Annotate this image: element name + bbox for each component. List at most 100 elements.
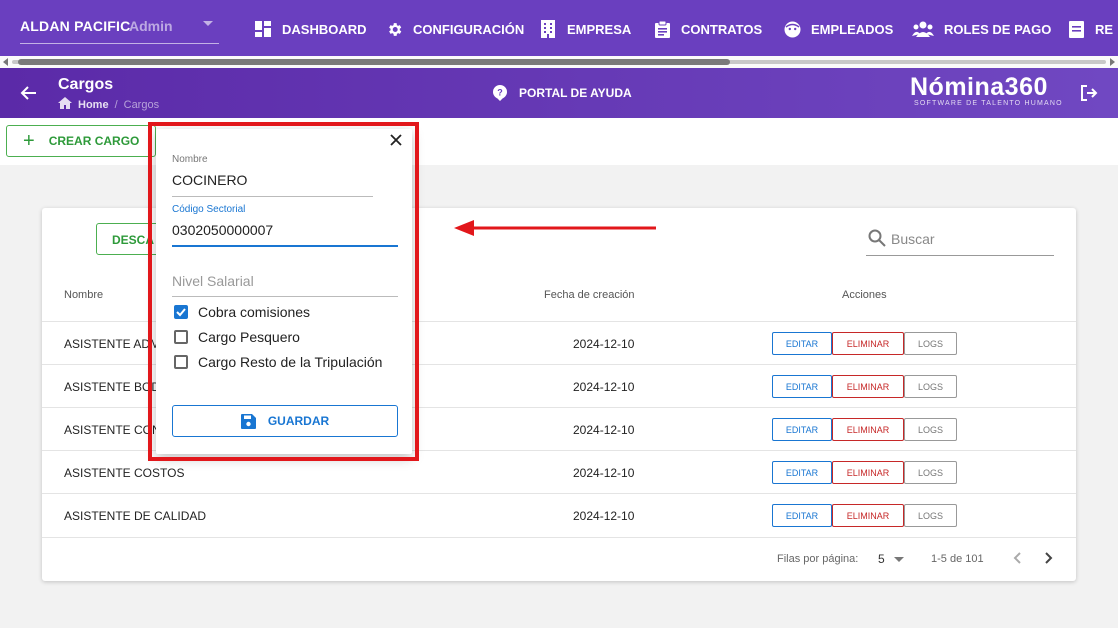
clipboard-icon — [653, 20, 671, 38]
code-field-label: Código Sectorial — [172, 204, 246, 215]
chevron-down-icon[interactable] — [894, 557, 904, 562]
chevron-left-icon[interactable] — [1010, 550, 1026, 566]
create-cargo-label: CREAR CARGO — [48, 134, 140, 148]
horizontal-scrollbar[interactable] — [0, 56, 1118, 68]
brand-name: Nómina360 — [910, 73, 1048, 101]
edit-button[interactable]: EDITAR — [772, 418, 832, 441]
search-input[interactable]: Buscar — [866, 226, 1054, 256]
save-button[interactable]: GUARDAR — [172, 405, 398, 437]
nav-empleados-label: EMPLEADOS — [811, 21, 894, 37]
breadcrumb-home[interactable]: Home — [78, 99, 109, 111]
report-icon — [1067, 20, 1085, 38]
delete-button[interactable]: ELIMINAR — [832, 332, 904, 355]
svg-text:?: ? — [497, 88, 503, 98]
nav-configuracion[interactable]: CONFIGURACIÓN — [385, 18, 524, 40]
dashboard-icon — [254, 20, 272, 38]
people-icon — [912, 20, 934, 38]
help-portal-label: PORTAL DE AYUDA — [519, 86, 632, 100]
scroll-right-icon[interactable] — [1110, 58, 1115, 66]
row-date: 2024-12-10 — [573, 466, 635, 480]
table-row: ASISTENTE COSTOS 2024-12-10 EDITAR ELIMI… — [42, 450, 1076, 493]
row-name: ASISTENTE COSTOS — [64, 466, 185, 480]
home-icon — [58, 97, 72, 112]
name-field[interactable]: COCINERO — [172, 172, 247, 188]
name-field-underline — [172, 196, 373, 197]
row-date: 2024-12-10 — [573, 509, 635, 523]
checkbox-label: Cobra comisiones — [198, 304, 311, 320]
delete-button[interactable]: ELIMINAR — [832, 461, 904, 484]
checkbox-cargo-pesquero[interactable]: Cargo Pesquero — [174, 329, 300, 345]
edit-button[interactable]: EDITAR — [772, 332, 832, 355]
logout-icon[interactable] — [1080, 84, 1098, 102]
nav-reportes[interactable]: RE — [1067, 18, 1113, 40]
create-cargo-button[interactable]: + CREAR CARGO — [6, 125, 156, 157]
logs-button[interactable]: LOGS — [904, 504, 957, 527]
logs-button[interactable]: LOGS — [904, 418, 957, 441]
checkbox-label: Cargo Pesquero — [198, 329, 300, 345]
user-role: Admin — [129, 18, 173, 34]
nav-empresa-label: EMPRESA — [567, 21, 632, 37]
floppy-disk-icon — [240, 413, 256, 429]
code-field-underline — [172, 245, 398, 247]
page-title: Cargos — [58, 76, 114, 93]
checkbox-cargo-resto-tripulacion[interactable]: Cargo Resto de la Tripulación — [174, 354, 382, 370]
salary-level-select[interactable]: Nivel Salarial — [172, 273, 254, 289]
checkbox-checked-icon[interactable] — [174, 305, 188, 319]
top-navbar: ALDAN PACIFIC Admin DASHBOARD CONFIGURAC… — [0, 0, 1118, 56]
nav-empresa[interactable]: EMPRESA — [539, 18, 631, 40]
logs-button[interactable]: LOGS — [904, 375, 957, 398]
edit-button[interactable]: EDITAR — [772, 461, 832, 484]
delete-button[interactable]: ELIMINAR — [832, 504, 904, 527]
checkbox-cobra-comisiones[interactable]: Cobra comisiones — [174, 304, 310, 320]
row-name: ASISTENTE ADM — [64, 337, 161, 351]
checkbox-unchecked-icon[interactable] — [174, 355, 188, 369]
delete-button[interactable]: ELIMINAR — [832, 418, 904, 441]
name-field-label: Nombre — [172, 154, 208, 165]
search-placeholder: Buscar — [891, 231, 935, 247]
rows-per-page-select[interactable]: 5 — [878, 552, 885, 566]
logs-button[interactable]: LOGS — [904, 332, 957, 355]
nav-roles-de-pago[interactable]: ROLES DE PAGO — [912, 18, 1051, 40]
nav-roles-de-pago-label: ROLES DE PAGO — [944, 21, 1052, 37]
help-portal-link[interactable]: ? PORTAL DE AYUDA — [492, 85, 632, 101]
column-header-date[interactable]: Fecha de creación — [544, 289, 635, 301]
nav-contratos[interactable]: CONTRATOS — [653, 18, 762, 40]
cargo-form-dialog: Nombre COCINERO Código Sectorial 0302050… — [156, 129, 412, 454]
row-name: ASISTENTE DE CALIDAD — [64, 509, 207, 523]
save-label: GUARDAR — [267, 414, 330, 428]
code-field[interactable]: 0302050000007 — [172, 222, 273, 238]
delete-button[interactable]: ELIMINAR — [832, 375, 904, 398]
page-header: Cargos Home / Cargos ? PORTAL DE AYUDA N… — [0, 68, 1118, 118]
edit-button[interactable]: EDITAR — [772, 375, 832, 398]
table-pagination: Filas por página: 5 1-5 de 101 — [42, 537, 1076, 581]
nav-reportes-label: RE — [1095, 21, 1114, 37]
company-selector[interactable]: ALDAN PACIFIC Admin — [20, 12, 219, 44]
search-icon — [868, 229, 886, 247]
close-icon[interactable] — [388, 132, 404, 148]
breadcrumb-current: Cargos — [123, 98, 160, 111]
column-header-name[interactable]: Nombre — [64, 289, 103, 301]
face-icon — [783, 20, 801, 38]
chevron-right-icon[interactable] — [1040, 550, 1056, 566]
nav-empleados[interactable]: EMPLEADOS — [783, 18, 893, 40]
annotation-arrow-icon — [454, 220, 656, 236]
logs-button[interactable]: LOGS — [904, 461, 957, 484]
nav-dashboard-label: DASHBOARD — [282, 21, 367, 37]
breadcrumb-separator: / — [114, 98, 118, 111]
arrow-left-icon[interactable] — [20, 84, 38, 102]
scrollbar-thumb[interactable] — [18, 59, 730, 65]
nav-dashboard[interactable]: DASHBOARD — [254, 18, 367, 40]
company-name: ALDAN PACIFIC — [20, 18, 131, 34]
edit-button[interactable]: EDITAR — [772, 504, 832, 527]
help-icon: ? — [492, 85, 508, 101]
brand-tagline: SOFTWARE DE TALENTO HUMANO — [914, 100, 1063, 107]
row-date: 2024-12-10 — [573, 337, 635, 351]
gear-icon — [385, 20, 403, 38]
breadcrumb: Home / Cargos — [58, 97, 159, 112]
pagination-range: 1-5 de 101 — [931, 553, 984, 565]
brand-logo: Nómina360 SOFTWARE DE TALENTO HUMANO — [910, 72, 1063, 107]
row-name: ASISTENTE CON — [64, 423, 161, 437]
nav-contratos-label: CONTRATOS — [681, 21, 763, 37]
checkbox-unchecked-icon[interactable] — [174, 330, 188, 344]
scroll-left-icon[interactable] — [3, 58, 8, 66]
